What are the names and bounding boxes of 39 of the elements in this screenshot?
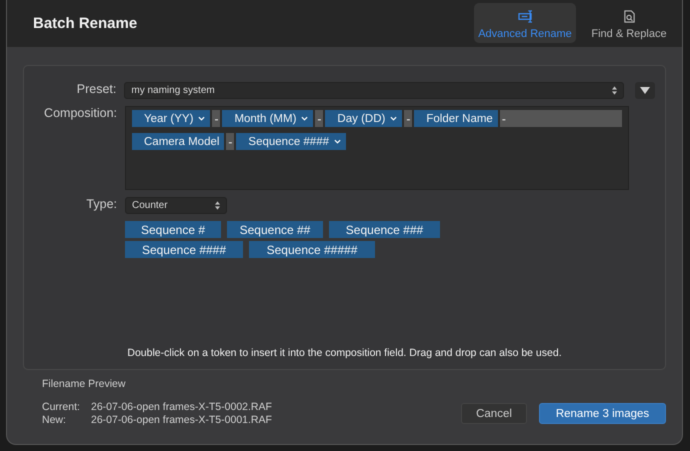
field-label: Type:: [85, 197, 117, 211]
field-label: Preset:: [76, 82, 116, 96]
triangle-icon: [640, 87, 650, 94]
token[interactable]: Sequence ####: [125, 241, 243, 258]
type-select[interactable]: Counter: [125, 197, 227, 214]
token[interactable]: Sequence ###: [329, 221, 440, 238]
token[interactable]: Day (DD): [325, 110, 402, 127]
text-input[interactable]: -: [500, 110, 622, 127]
field-label: Composition:: [43, 106, 117, 120]
tab[interactable]: Advanced Rename: [474, 3, 576, 43]
rename-button[interactable]: Rename 3 images: [539, 403, 666, 424]
cancel-button[interactable]: Cancel: [461, 403, 527, 424]
filename-text: 26-07-06-open frames-X-T5-0001.RAF: [91, 414, 272, 426]
separator-token[interactable]: -: [212, 110, 220, 127]
menu-button[interactable]: [635, 82, 655, 99]
token[interactable]: Year (YY): [132, 110, 210, 127]
stepper-icon: [215, 201, 220, 210]
token[interactable]: Sequence ##: [227, 221, 323, 238]
token[interactable]: Folder Name: [414, 110, 498, 127]
preview-label: New:: [42, 414, 67, 426]
stepper-icon: [612, 86, 618, 95]
preview-label: Current:: [42, 401, 81, 413]
filename-text: 26-07-06-open frames-X-T5-0002.RAF: [91, 401, 272, 413]
preset-select[interactable]: my naming system: [124, 82, 624, 99]
separator-token[interactable]: -: [226, 133, 234, 150]
window-title: Batch Rename: [33, 15, 138, 32]
separator-token[interactable]: -: [404, 110, 412, 127]
preview-title: Filename Preview: [42, 378, 126, 390]
token[interactable]: Sequence #####: [249, 241, 375, 258]
token[interactable]: Sequence #: [125, 221, 221, 238]
text-cursor-icon: [518, 10, 532, 23]
tab[interactable]: Find & Replace: [578, 3, 680, 43]
composition-field[interactable]: Year (YY) - Month (MM) - Day (DD) - Folder Name - Camera Model - Sequence ####: [125, 106, 629, 190]
token[interactable]: Sequence ####: [236, 133, 346, 150]
document-search-icon: [622, 10, 636, 23]
token[interactable]: Camera Model: [132, 133, 224, 150]
separator-token[interactable]: -: [315, 110, 324, 127]
hint-text: Double-click on a token to insert it into the composition field. Drag and drop can also be used.: [126, 347, 563, 359]
token[interactable]: Month (MM): [222, 110, 314, 127]
